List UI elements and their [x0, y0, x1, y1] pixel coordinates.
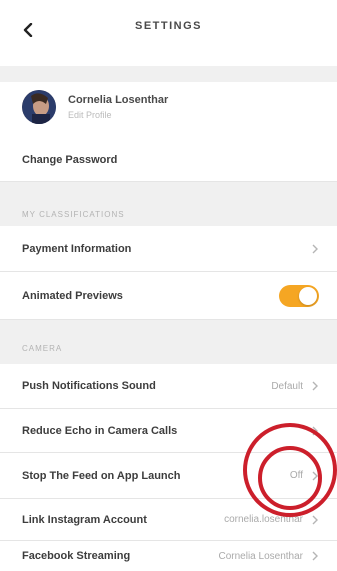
facebook-streaming-row[interactable]: Facebook Streaming Cornelia Losenthar: [0, 541, 337, 571]
chevron-right-icon: [311, 551, 319, 561]
link-instagram-row[interactable]: Link Instagram Account cornelia.losentha…: [0, 499, 337, 541]
facebook-streaming-value: Cornelia Losenthar: [218, 550, 304, 562]
chevron-right-icon: [311, 426, 319, 436]
edit-profile-link[interactable]: Edit Profile: [68, 110, 112, 120]
settings-screen: SETTINGS Cornelia Losenthar Edit Profile…: [0, 0, 337, 571]
animated-previews-row: Animated Previews: [0, 272, 337, 320]
change-password-row[interactable]: Change Password: [0, 138, 337, 182]
chevron-right-icon: [311, 244, 319, 254]
stop-feed-label: Stop The Feed on App Launch: [22, 469, 181, 482]
section-label-camera: CAMERA: [22, 344, 63, 353]
link-instagram-value: cornelia.losenthar: [224, 514, 303, 525]
toggle-knob: [299, 286, 317, 305]
spacer-band: [0, 66, 337, 82]
link-instagram-label: Link Instagram Account: [22, 513, 147, 526]
push-sound-value: Default: [271, 380, 303, 392]
page-title: SETTINGS: [134, 20, 202, 32]
payment-information-row[interactable]: Payment Information: [0, 226, 337, 272]
animated-previews-label: Animated Previews: [22, 289, 123, 302]
section-band-account: [0, 182, 337, 226]
push-notifications-sound-row[interactable]: Push Notifications Sound Default: [0, 364, 337, 409]
avatar-photo-icon: [22, 90, 56, 124]
push-sound-label: Push Notifications Sound: [22, 380, 156, 392]
avatar: [22, 90, 56, 124]
chevron-right-icon: [311, 515, 319, 525]
section-label-account: MY CLASSIFICATIONS: [22, 210, 125, 219]
reduce-echo-row[interactable]: Reduce Echo in Camera Calls: [0, 409, 337, 453]
profile-name: Cornelia Losenthar: [68, 94, 169, 106]
stop-feed-row[interactable]: Stop The Feed on App Launch Off: [0, 453, 337, 499]
section-band-camera: [0, 320, 337, 364]
chevron-right-icon: [311, 381, 319, 391]
change-password-label: Change Password: [22, 153, 118, 166]
reduce-echo-label: Reduce Echo in Camera Calls: [22, 424, 178, 437]
profile-row[interactable]: Cornelia Losenthar Edit Profile: [0, 82, 337, 139]
facebook-streaming-label: Facebook Streaming: [22, 550, 131, 562]
animated-previews-toggle[interactable]: [279, 284, 319, 307]
payment-information-label: Payment Information: [22, 242, 132, 255]
top-bar: SETTINGS: [0, 0, 337, 67]
chevron-right-icon: [311, 471, 319, 481]
stop-feed-value: Off: [289, 470, 303, 481]
